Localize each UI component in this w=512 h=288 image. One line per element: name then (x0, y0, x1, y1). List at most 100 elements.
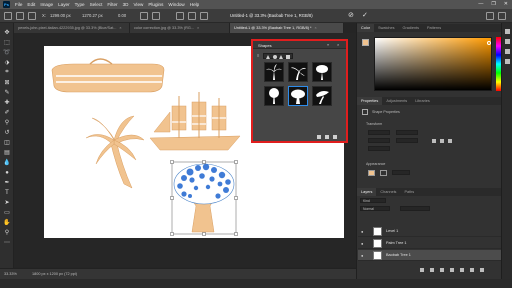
tab-swatches[interactable]: Swatches (374, 24, 398, 32)
warp-icon[interactable] (140, 12, 148, 20)
menu-filter[interactable]: Filter (107, 2, 117, 7)
minimize-button[interactable]: — (478, 1, 483, 7)
distribute-icon[interactable] (188, 12, 196, 20)
close-panel-button[interactable]: × (337, 42, 339, 47)
tab-color-correction[interactable]: color correction.jpg @ 33.3% (RG... × (130, 23, 230, 33)
tab-color[interactable]: Color (357, 24, 375, 32)
lasso-tool-icon[interactable]: ➰ (3, 49, 11, 56)
menu-window[interactable]: Window (168, 2, 184, 7)
tab-gradients[interactable]: Gradients (399, 24, 423, 32)
color-picker-field[interactable] (374, 37, 492, 91)
transform-section-label[interactable]: Transform (366, 122, 382, 126)
tab-untitled-1[interactable]: Untitled-1 @ 33.3% (Baobab Tree 1, RGB/8… (230, 23, 344, 33)
shape-thumb-palm[interactable] (264, 62, 284, 82)
current-color-chip[interactable] (362, 39, 369, 46)
brush-tool-icon[interactable]: ✐ (3, 109, 11, 116)
fill-color-swatch[interactable] (368, 170, 375, 176)
healing-brush-icon[interactable]: ✚ (3, 99, 11, 106)
path-select-icon[interactable]: ➤ (3, 199, 11, 206)
gradient-tool-icon[interactable]: ▤ (3, 149, 11, 156)
angle-input[interactable] (368, 146, 390, 151)
visibility-eye-icon[interactable]: ● (361, 253, 363, 258)
layer-row-selected[interactable]: ● Baobab Tree 1 (358, 250, 510, 261)
angle-value[interactable]: 0.00 (118, 13, 126, 18)
y-input[interactable] (396, 138, 418, 143)
menu-file[interactable]: File (15, 2, 22, 7)
frame-tool-icon[interactable]: ⊠ (3, 79, 11, 86)
close-window-button[interactable]: ✕ (504, 1, 508, 7)
reference-point-icon[interactable] (28, 12, 36, 20)
stroke-color-swatch[interactable] (380, 170, 387, 176)
shapes-menu-icon[interactable]: ≡ (257, 53, 259, 58)
history-brush-icon[interactable]: ↺ (3, 129, 11, 136)
marquee-tool-icon[interactable]: ⬚ (3, 39, 11, 46)
home-icon[interactable] (4, 12, 12, 20)
hand-tool-icon[interactable]: ✋ (3, 219, 11, 226)
align-icon[interactable] (176, 12, 184, 20)
eyedropper-icon[interactable]: ✎ (3, 89, 11, 96)
shape-thumb-palm-2[interactable] (288, 62, 308, 82)
type-tool-icon[interactable]: T (3, 189, 11, 196)
blend-mode-select[interactable]: Normal (360, 206, 390, 211)
h-input[interactable] (396, 130, 418, 135)
crop-tool-icon[interactable]: ⌗ (3, 69, 11, 76)
close-tab-icon[interactable]: × (119, 26, 121, 30)
w-input[interactable] (368, 130, 390, 135)
zoom-level[interactable]: 33.33% (4, 272, 17, 276)
shape-thumb-windblown-tree[interactable] (312, 86, 332, 106)
layer-filter-kind[interactable]: Kind (360, 198, 386, 203)
pen-tool-icon[interactable]: ✒ (3, 179, 11, 186)
object-select-icon[interactable]: ⬗ (3, 59, 11, 66)
move-tool-icon[interactable] (16, 12, 24, 20)
blur-tool-icon[interactable]: 💧 (3, 159, 11, 166)
stroke-width-input[interactable] (392, 170, 410, 175)
search-icon[interactable] (486, 12, 494, 20)
visibility-eye-icon[interactable]: ● (361, 229, 363, 234)
menu-image[interactable]: Image (40, 2, 53, 7)
tab-paths[interactable]: Paths (400, 188, 418, 196)
menu-edit[interactable]: Edit (27, 2, 35, 7)
tab-properties[interactable]: Properties (357, 97, 383, 105)
x-input[interactable] (368, 138, 390, 143)
shape-thumb-baobab[interactable] (288, 86, 308, 106)
restore-button[interactable]: ❐ (491, 1, 495, 7)
menu-view[interactable]: View (133, 2, 143, 7)
w-value[interactable]: 1299.00 px (50, 13, 71, 18)
cancel-transform-button[interactable]: ⊘ (348, 12, 354, 20)
arrange-icon[interactable] (200, 12, 208, 20)
color-picker-cursor[interactable] (487, 41, 491, 45)
collapse-panel-button[interactable]: « (327, 42, 329, 47)
menu-layer[interactable]: Layer (58, 2, 70, 7)
menu-plugins[interactable]: Plugins (148, 2, 163, 7)
menu-select[interactable]: Select (90, 2, 103, 7)
close-tab-icon[interactable]: × (315, 26, 317, 30)
shape-tool-icon[interactable]: ▭ (3, 209, 11, 216)
tab-layers[interactable]: Layers (357, 188, 377, 196)
tab-pexels-document[interactable]: pexels-john-pixel-italian-4222935.jpg @ … (14, 23, 130, 33)
close-tab-icon[interactable]: × (197, 26, 199, 30)
dock-icon-column[interactable] (502, 23, 512, 83)
interpolation-icon[interactable] (152, 12, 160, 20)
shape-thumb-tree[interactable] (264, 86, 284, 106)
tab-adjustments[interactable]: Adjustments (382, 97, 411, 105)
tab-libraries[interactable]: Libraries (411, 97, 434, 105)
move-tool-icon[interactable]: ✥ (3, 29, 11, 36)
tab-patterns[interactable]: Patterns (423, 24, 445, 32)
menu-3d[interactable]: 3D (123, 2, 129, 7)
layer-row[interactable]: ● Palm Tree 1 (358, 238, 510, 249)
tab-channels[interactable]: Channels (376, 188, 400, 196)
menu-type[interactable]: Type (75, 2, 85, 7)
opacity-input[interactable] (400, 206, 430, 211)
eraser-tool-icon[interactable]: ◫ (3, 139, 11, 146)
workspace-icon[interactable] (498, 12, 506, 20)
appearance-section-label[interactable]: Appearance (366, 162, 385, 166)
clone-stamp-icon[interactable]: ⚲ (3, 119, 11, 126)
shape-thumb-tree-3[interactable] (312, 62, 332, 82)
flip-buttons[interactable] (430, 138, 454, 144)
commit-transform-button[interactable]: ✓ (362, 12, 368, 20)
more-tools-icon[interactable]: ⋯ (3, 239, 11, 246)
visibility-eye-icon[interactable]: ● (361, 241, 363, 246)
dodge-tool-icon[interactable]: ● (3, 169, 11, 176)
shapes-panel[interactable]: Shapes « × ≡ (251, 39, 348, 143)
menu-help[interactable]: Help (190, 2, 199, 7)
